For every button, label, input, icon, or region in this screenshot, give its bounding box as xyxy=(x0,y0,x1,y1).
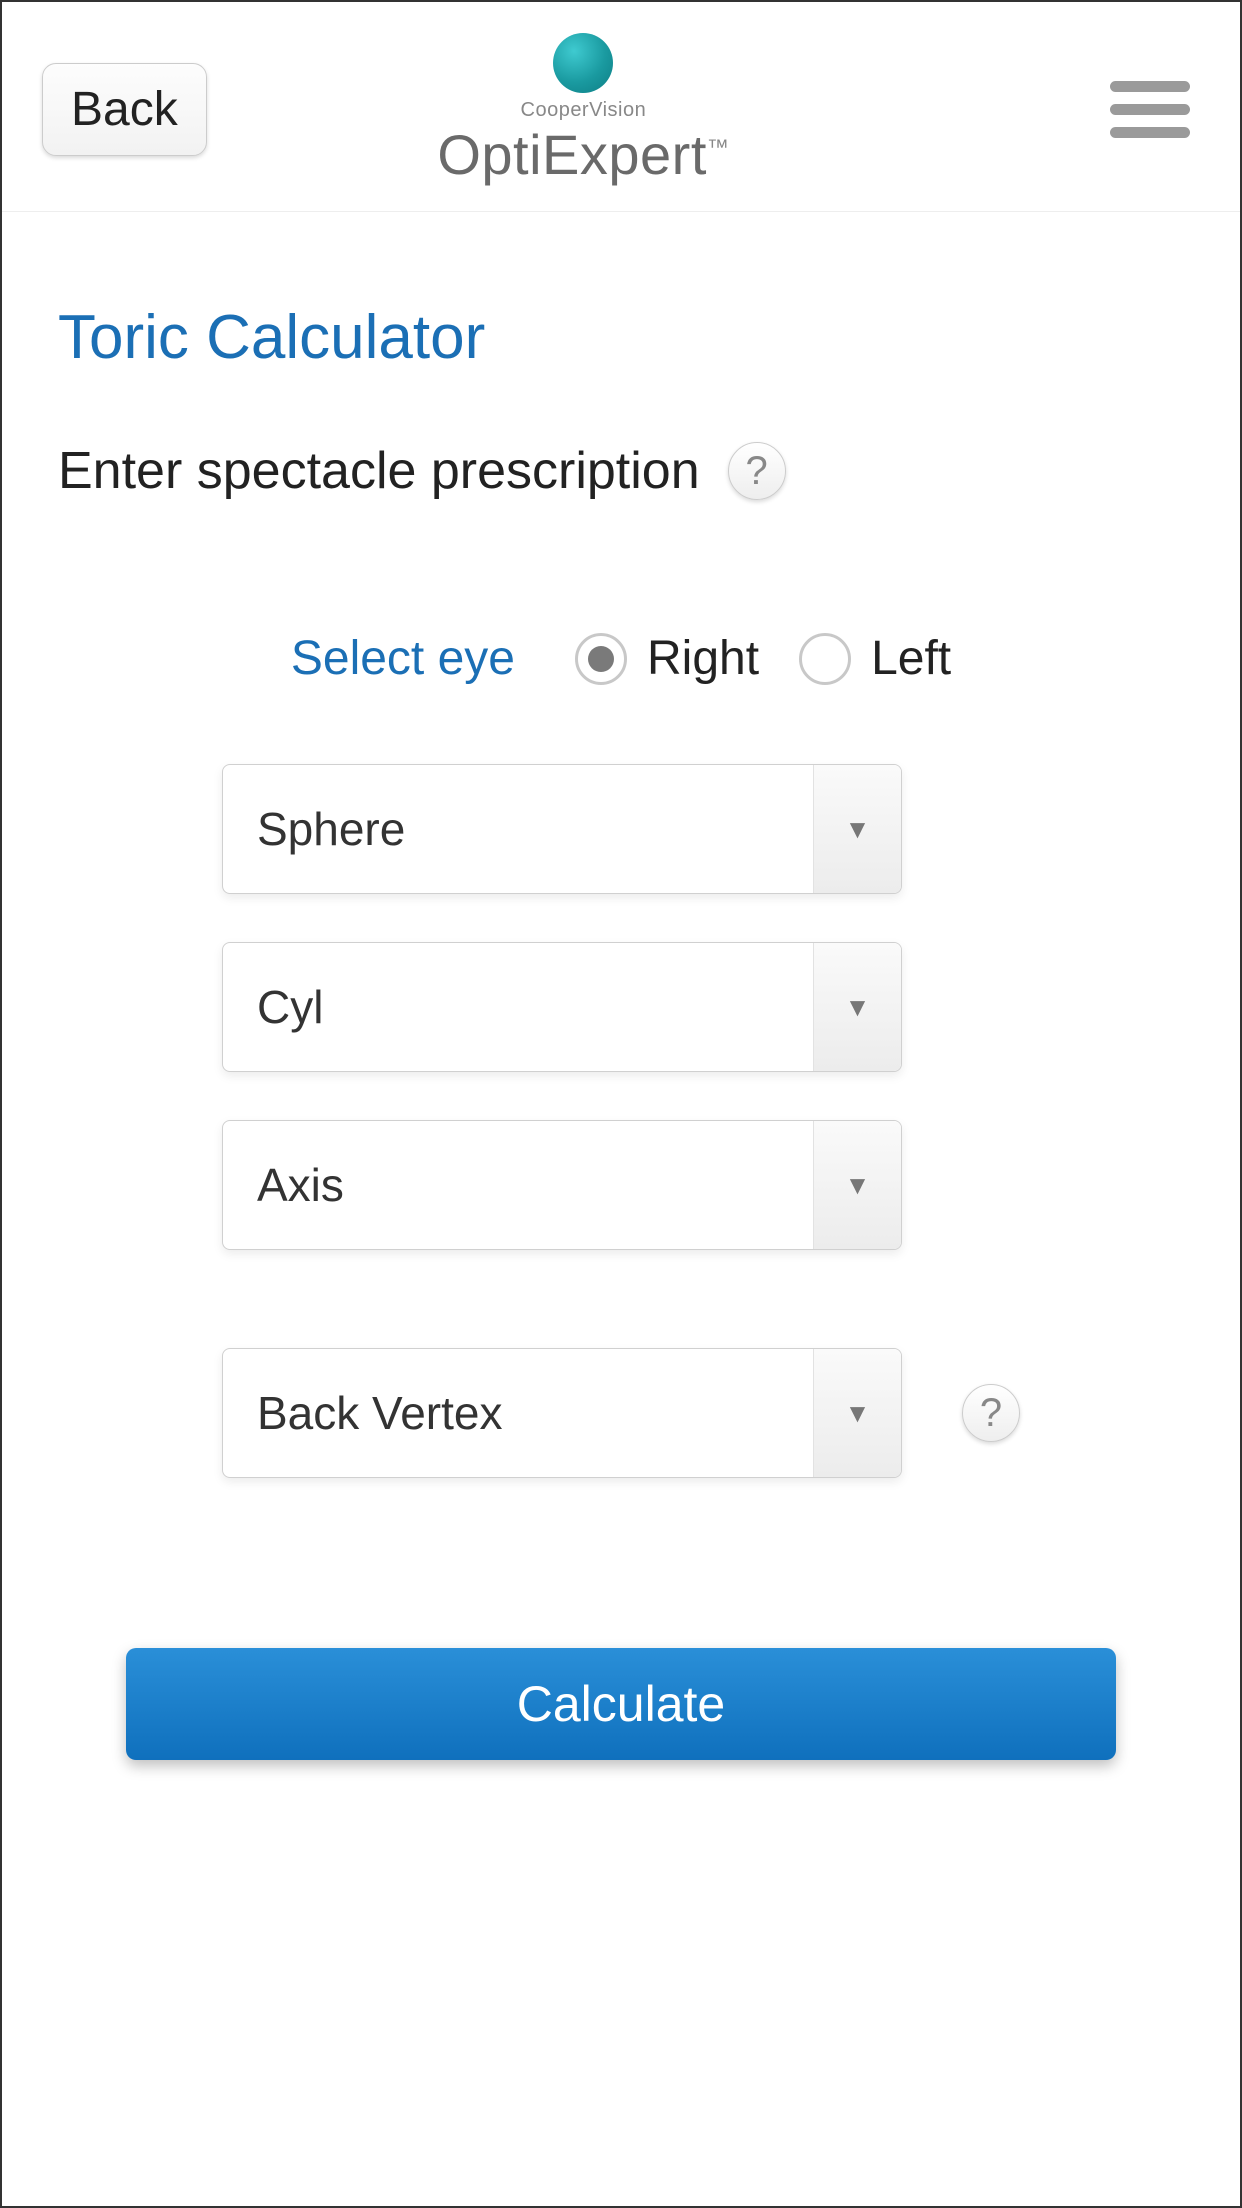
select-label: Back Vertex xyxy=(223,1349,813,1477)
radio-icon xyxy=(799,633,851,685)
select-label: Cyl xyxy=(223,943,813,1071)
chevron-down-icon: ▼ xyxy=(813,1349,901,1477)
select-label: Axis xyxy=(223,1121,813,1249)
axis-select[interactable]: Axis ▼ xyxy=(222,1120,902,1250)
chevron-down-icon: ▼ xyxy=(813,943,901,1071)
radio-label: Left xyxy=(871,631,951,686)
eye-radio-right[interactable]: Right xyxy=(575,631,759,686)
cyl-select[interactable]: Cyl ▼ xyxy=(222,942,902,1072)
subtitle-text: Enter spectacle prescription xyxy=(58,441,700,501)
dropdown-list: Sphere ▼ Cyl ▼ Axis ▼ Back Vertex ▼ xyxy=(58,764,1184,1478)
spacer xyxy=(962,978,1020,1036)
radio-icon xyxy=(575,633,627,685)
eye-select-label: Select eye xyxy=(291,631,515,686)
globe-icon xyxy=(553,33,613,93)
page-title: Toric Calculator xyxy=(58,302,1184,373)
menu-icon[interactable] xyxy=(1100,71,1200,148)
subtitle-row: Enter spectacle prescription ? xyxy=(58,441,1184,501)
eye-radio-group: Right Left xyxy=(575,631,951,686)
chevron-down-icon: ▼ xyxy=(813,1121,901,1249)
back-vertex-select[interactable]: Back Vertex ▼ xyxy=(222,1348,902,1478)
spacer xyxy=(962,1156,1020,1214)
sphere-select[interactable]: Sphere ▼ xyxy=(222,764,902,894)
radio-label: Right xyxy=(647,631,759,686)
app-header: Back CooperVision OptiExpert™ xyxy=(2,2,1240,212)
sphere-row: Sphere ▼ xyxy=(58,764,1184,894)
help-back-vertex-button[interactable]: ? xyxy=(962,1384,1020,1442)
chevron-down-icon: ▼ xyxy=(813,765,901,893)
cyl-row: Cyl ▼ xyxy=(58,942,1184,1072)
brand-block: CooperVision OptiExpert™ xyxy=(67,33,1100,187)
eye-radio-left[interactable]: Left xyxy=(799,631,951,686)
brand-subtitle: CooperVision xyxy=(521,99,647,122)
back-vertex-row: Back Vertex ▼ ? xyxy=(58,1348,1184,1478)
help-prescription-button[interactable]: ? xyxy=(728,442,786,500)
axis-row: Axis ▼ xyxy=(58,1120,1184,1250)
select-label: Sphere xyxy=(223,765,813,893)
trademark-icon: ™ xyxy=(707,134,730,159)
calculate-button[interactable]: Calculate xyxy=(126,1648,1116,1760)
spacer xyxy=(962,800,1020,858)
eye-select-row: Select eye Right Left xyxy=(58,631,1184,686)
main-content: Toric Calculator Enter spectacle prescri… xyxy=(2,212,1240,1760)
brand-title: OptiExpert™ xyxy=(437,122,729,187)
brand-main-text: OptiExpert xyxy=(437,123,707,186)
